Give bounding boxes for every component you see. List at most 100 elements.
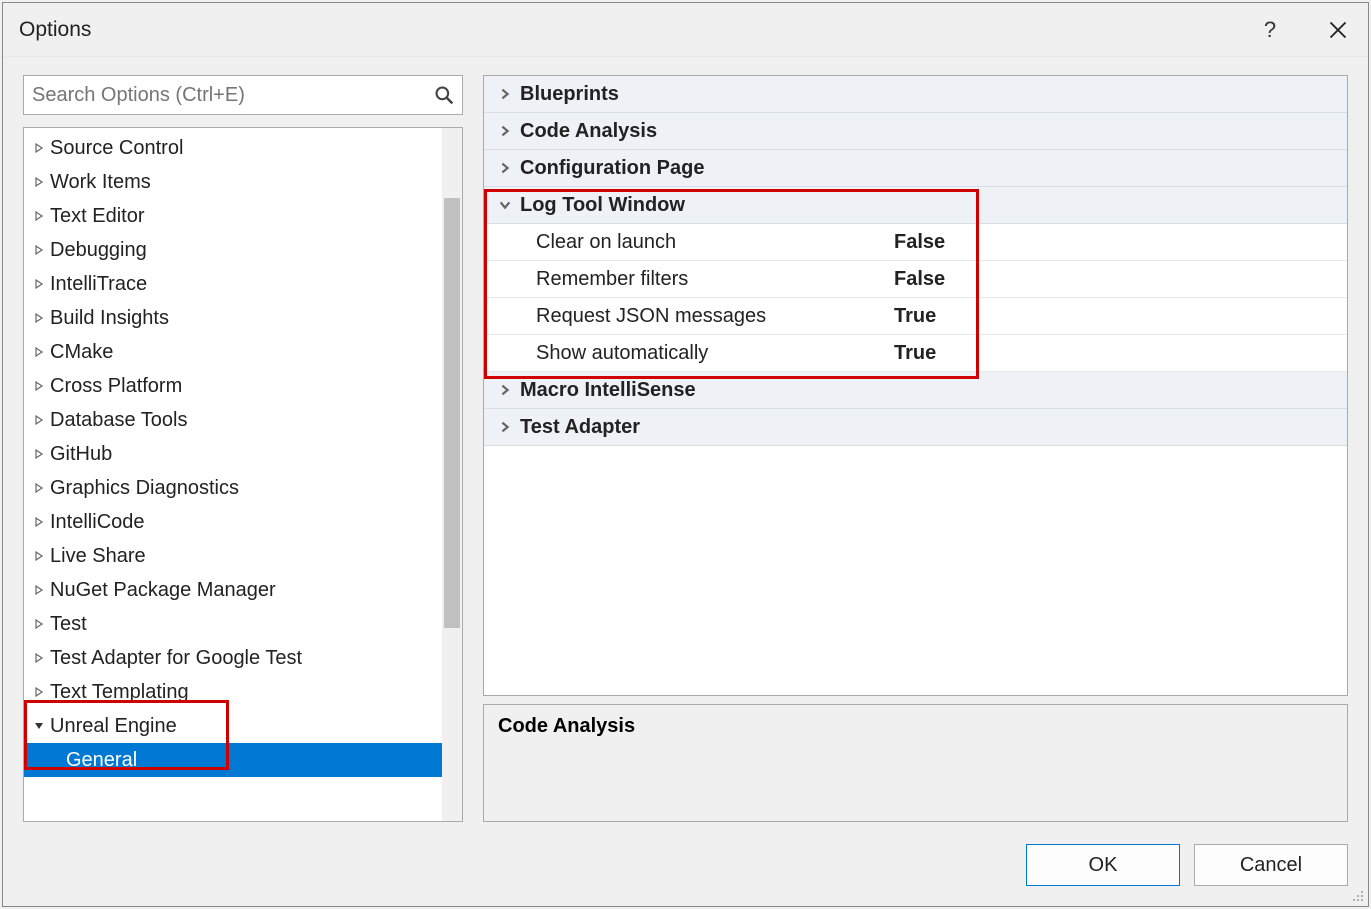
expand-icon[interactable] <box>32 311 46 325</box>
tree-item[interactable]: IntelliCode <box>24 505 462 539</box>
expand-icon[interactable] <box>32 345 46 359</box>
tree-item-label: Source Control <box>50 137 183 160</box>
tree-item-label: Work Items <box>50 171 151 194</box>
dialog-footer: OK Cancel <box>3 832 1368 906</box>
tree-item[interactable]: Test Adapter for Google Test <box>24 641 462 675</box>
expand-icon[interactable] <box>32 141 46 155</box>
property-name: Remember filters <box>484 268 894 291</box>
tree-item-selected[interactable]: General <box>24 743 442 777</box>
expand-icon[interactable] <box>32 243 46 257</box>
section-label: Configuration Page <box>520 157 704 180</box>
property-value[interactable]: True <box>894 342 936 365</box>
tree-item-expanded[interactable]: Unreal Engine <box>24 709 462 743</box>
dialog-body: Source Control Work Items Text Editor Debug… <box>3 57 1368 832</box>
expand-icon[interactable] <box>32 583 46 597</box>
tree-item-label: Database Tools <box>50 409 188 432</box>
expand-icon[interactable] <box>32 481 46 495</box>
property-row[interactable]: Request JSON messagesTrue <box>484 298 1347 335</box>
options-tree: Source Control Work Items Text Editor Debug… <box>23 127 463 822</box>
tree-item-label: Text Editor <box>50 205 144 228</box>
tree-item[interactable]: Database Tools <box>24 403 462 437</box>
titlebar-controls: ? <box>1250 10 1358 50</box>
tree-item[interactable]: NuGet Package Manager <box>24 573 462 607</box>
property-section-header[interactable]: Code Analysis <box>484 113 1347 150</box>
expand-icon[interactable] <box>32 651 46 665</box>
property-row[interactable]: Clear on launchFalse <box>484 224 1347 261</box>
tree-item[interactable]: Cross Platform <box>24 369 462 403</box>
tree-item-label: GitHub <box>50 443 112 466</box>
property-row[interactable]: Show automaticallyTrue <box>484 335 1347 372</box>
property-value[interactable]: True <box>894 305 936 328</box>
tree-item-label: Test <box>50 613 87 636</box>
search-icon[interactable] <box>426 85 462 105</box>
tree-item-label: Build Insights <box>50 307 169 330</box>
chevron-right-icon[interactable] <box>498 383 520 397</box>
tree-item[interactable]: Text Editor <box>24 199 462 233</box>
tree-item[interactable]: Live Share <box>24 539 462 573</box>
description-panel: Code Analysis <box>483 704 1348 822</box>
chevron-right-icon[interactable] <box>498 124 520 138</box>
property-section-header[interactable]: Blueprints <box>484 76 1347 113</box>
tree-item[interactable]: Test <box>24 607 462 641</box>
expand-icon[interactable] <box>32 685 46 699</box>
scrollbar-thumb[interactable] <box>444 198 460 628</box>
close-icon[interactable] <box>1318 10 1358 50</box>
tree-item-label: CMake <box>50 341 113 364</box>
tree-item[interactable]: Graphics Diagnostics <box>24 471 462 505</box>
help-icon[interactable]: ? <box>1250 10 1290 50</box>
property-section-header[interactable]: Test Adapter <box>484 409 1347 446</box>
tree-item[interactable]: CMake <box>24 335 462 369</box>
expand-icon[interactable] <box>32 447 46 461</box>
tree-item-label: IntelliTrace <box>50 273 147 296</box>
resize-grip-icon[interactable] <box>1348 886 1364 902</box>
tree-item-label: Cross Platform <box>50 375 182 398</box>
tree-item[interactable]: Source Control <box>24 131 462 165</box>
options-dialog: Options ? Source Control Work Items Text E… <box>2 2 1369 907</box>
expand-icon[interactable] <box>32 413 46 427</box>
chevron-right-icon[interactable] <box>498 161 520 175</box>
tree-item-label: Text Templating <box>50 681 189 704</box>
tree-item[interactable]: Text Templating <box>24 675 462 709</box>
property-section-header[interactable]: Log Tool Window <box>484 187 1347 224</box>
left-panel: Source Control Work Items Text Editor Debug… <box>23 75 463 822</box>
section-label: Test Adapter <box>520 416 640 439</box>
tree-item-label: Unreal Engine <box>50 715 177 738</box>
section-label: Blueprints <box>520 83 619 106</box>
property-row[interactable]: Remember filtersFalse <box>484 261 1347 298</box>
expand-icon[interactable] <box>32 277 46 291</box>
expand-icon[interactable] <box>32 379 46 393</box>
expand-icon[interactable] <box>32 515 46 529</box>
section-label: Log Tool Window <box>520 194 685 217</box>
tree-item-label: Test Adapter for Google Test <box>50 647 302 670</box>
right-panel: Blueprints Code Analysis Configuration Pag… <box>483 75 1348 822</box>
tree-item-label: IntelliCode <box>50 511 145 534</box>
chevron-right-icon[interactable] <box>498 87 520 101</box>
expand-icon[interactable] <box>32 209 46 223</box>
tree-item[interactable]: Debugging <box>24 233 462 267</box>
expand-icon[interactable] <box>32 617 46 631</box>
property-value[interactable]: False <box>894 231 945 254</box>
tree-item[interactable]: IntelliTrace <box>24 267 462 301</box>
search-field[interactable] <box>23 75 463 115</box>
chevron-down-icon[interactable] <box>498 198 520 212</box>
chevron-right-icon[interactable] <box>498 420 520 434</box>
section-label: Macro IntelliSense <box>520 379 696 402</box>
property-section-header[interactable]: Configuration Page <box>484 150 1347 187</box>
tree-item[interactable]: GitHub <box>24 437 462 471</box>
cancel-button[interactable]: Cancel <box>1194 844 1348 886</box>
expand-icon[interactable] <box>32 175 46 189</box>
ok-button[interactable]: OK <box>1026 844 1180 886</box>
titlebar: Options ? <box>3 3 1368 57</box>
tree-item[interactable]: Work Items <box>24 165 462 199</box>
expand-icon[interactable] <box>32 549 46 563</box>
property-grid: Blueprints Code Analysis Configuration Pag… <box>483 75 1348 696</box>
property-name: Show automatically <box>484 342 894 365</box>
search-input[interactable] <box>24 80 426 111</box>
tree-item[interactable]: Build Insights <box>24 301 462 335</box>
tree-item-label: Live Share <box>50 545 146 568</box>
collapse-icon[interactable] <box>32 719 46 733</box>
property-section-header[interactable]: Macro IntelliSense <box>484 372 1347 409</box>
property-name: Clear on launch <box>484 231 894 254</box>
property-value[interactable]: False <box>894 268 945 291</box>
scrollbar[interactable] <box>442 128 462 821</box>
